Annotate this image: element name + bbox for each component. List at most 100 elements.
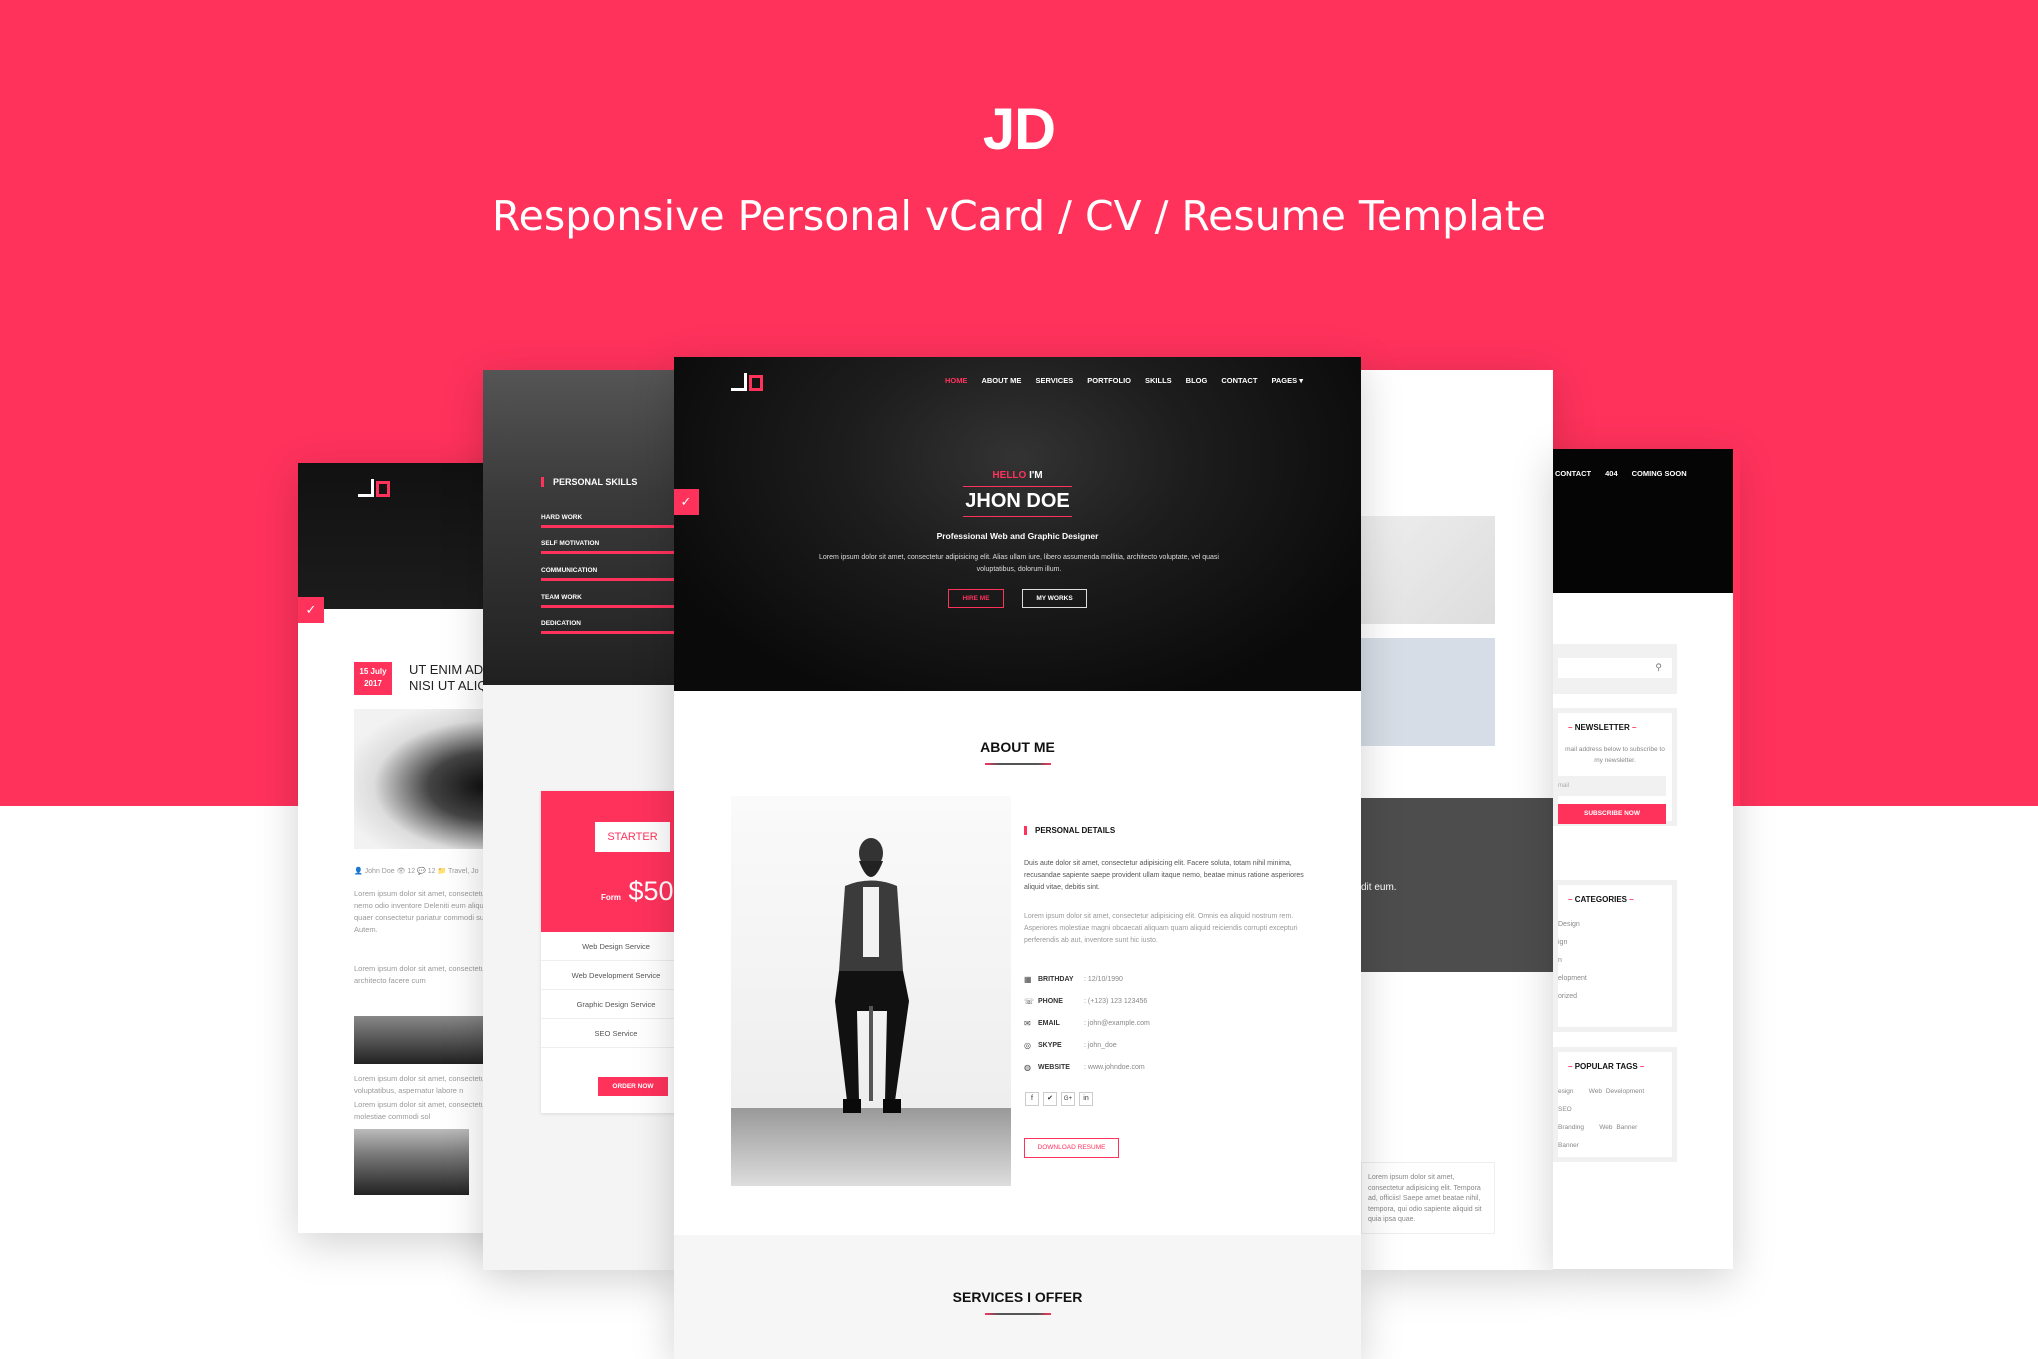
sidebar-header: CONTACT 404 COMING SOON: [1553, 449, 1733, 593]
feature-item: SEO Service: [541, 1019, 683, 1048]
customizer-toggle-icon[interactable]: ✓: [674, 489, 699, 515]
post-date-day: 15 July: [359, 667, 387, 676]
newsletter-email-input[interactable]: mail: [1558, 776, 1666, 796]
nav-portfolio[interactable]: PORTFOLIO: [1087, 376, 1131, 385]
google-plus-icon[interactable]: G+: [1061, 1092, 1075, 1106]
download-resume-button[interactable]: DOWNLOAD RESUME: [1024, 1138, 1119, 1158]
calendar-icon: ▦: [1024, 975, 1032, 984]
feature-item: Graphic Design Service: [541, 990, 683, 1019]
newsletter-widget: – NEWSLETTER – mail address below to sub…: [1553, 708, 1677, 826]
services-section: SERVICES I OFFER: [674, 1235, 1361, 1359]
tag[interactable]: Banner: [1558, 1142, 1579, 1149]
customizer-toggle-icon[interactable]: ✓: [298, 597, 324, 623]
search-icon[interactable]: ⚲: [1655, 662, 1662, 673]
brand-subtitle: Responsive Personal vCard / CV / Resume …: [491, 192, 1547, 240]
search-input[interactable]: ⚲: [1558, 658, 1672, 678]
skype-icon: ◎: [1024, 1041, 1031, 1050]
jd-logo[interactable]: [731, 373, 763, 391]
skill-communication: COMMUNICATION: [541, 567, 683, 581]
tag[interactable]: Web Development: [1589, 1088, 1644, 1095]
feature-list: Web Design Service Web Development Servi…: [541, 932, 683, 1048]
order-now-button[interactable]: ORDER NOW: [598, 1077, 668, 1096]
info-website: ◍ WEBSITE: www.johndoe.com: [1024, 1063, 1145, 1072]
hire-me-button[interactable]: HIRE ME: [948, 589, 1004, 608]
tags-widget: – POPULAR TAGS – esign Web Development S…: [1553, 1047, 1677, 1162]
feature-item: Web Development Service: [541, 961, 683, 990]
post-date-badge: 15 July 2017: [354, 662, 392, 695]
sidebar-preview-card: CONTACT 404 COMING SOON ⚲ – NEWSLETTER –…: [1553, 449, 1733, 1269]
skill-hard-work: HARD WORK: [541, 514, 683, 528]
jd-logo[interactable]: [358, 479, 390, 497]
nav-home[interactable]: HOME: [945, 376, 968, 385]
skill-self-motivation: SELF MOTIVATION: [541, 540, 683, 554]
hero-role: Professional Web and Graphic Designer: [936, 531, 1099, 541]
skills-pricing-card: PERSONAL SKILLS HARD WORK SELF MOTIVATIO…: [483, 370, 683, 1270]
hero-description: Lorem ipsum dolor sit amet, consectetur …: [819, 554, 1219, 573]
details-paragraph: Duis aute dolor sit amet, consectetur ad…: [1024, 860, 1304, 891]
subscribe-button[interactable]: SUBSCRIBE NOW: [1558, 804, 1666, 824]
bridge-image: [354, 1129, 469, 1195]
post-date-year: 2017: [364, 679, 382, 688]
skill-team-work: TEAM WORK: [541, 594, 683, 608]
tag[interactable]: Web Banner: [1599, 1124, 1637, 1131]
nav-contact[interactable]: CONTACT: [1555, 469, 1591, 478]
categories-widget: – CATEGORIES – Design ign n elopment ori…: [1553, 880, 1677, 1032]
landscape-image: [354, 1016, 484, 1064]
skill-bar: [541, 525, 683, 528]
info-phone: ☏ PHONE: (+123) 123 123456: [1024, 997, 1148, 1006]
profile-photo: [731, 796, 1011, 1186]
category-item[interactable]: ign: [1558, 934, 1672, 952]
skill-bar: [541, 551, 683, 554]
title-underline: [984, 763, 1051, 765]
services-title: SERVICES I OFFER: [952, 1289, 1083, 1305]
portfolio-preview-card: dit eum. Lorem ipsum dolor sit amet, con…: [1361, 370, 1553, 1270]
category-item[interactable]: elopment: [1558, 970, 1672, 988]
accent-strip: [1733, 449, 1740, 806]
info-email: ✉ EMAIL: john@example.com: [1024, 1019, 1150, 1028]
pricing-table: STARTER Form $50 Web Design Service Web …: [541, 791, 683, 1113]
tag[interactable]: SEO: [1558, 1106, 1572, 1113]
tags-title: – POPULAR TAGS –: [1568, 1062, 1645, 1071]
title-underline: [984, 1313, 1051, 1315]
nav-about-me[interactable]: ABOUT ME: [981, 376, 1021, 385]
newsletter-title: – NEWSLETTER –: [1568, 723, 1637, 732]
portfolio-item-stationery[interactable]: [1361, 516, 1495, 624]
plan-price: Form $50: [601, 876, 674, 906]
personal-details-title: PERSONAL DETAILS: [1024, 826, 1115, 835]
portfolio-item-business-cards[interactable]: [1361, 638, 1495, 746]
hero-name: JHON DOE: [963, 486, 1072, 517]
quote-box: Lorem ipsum dolor sit amet, consectetur …: [1361, 1162, 1495, 1234]
category-item[interactable]: orized: [1558, 988, 1672, 1006]
skill-dedication: DEDICATION: [541, 620, 683, 634]
category-item[interactable]: Design: [1558, 916, 1672, 934]
feature-item: Web Design Service: [541, 932, 683, 961]
facebook-icon[interactable]: f: [1025, 1092, 1039, 1106]
tag[interactable]: Branding: [1558, 1124, 1584, 1131]
skill-bar: [541, 631, 683, 634]
nav-blog[interactable]: BLOG: [1186, 376, 1208, 385]
nav-services[interactable]: SERVICES: [1035, 376, 1073, 385]
top-nav: CONTACT 404 COMING SOON: [1555, 469, 1687, 478]
linkedin-icon[interactable]: in: [1079, 1092, 1093, 1106]
skills-title: PERSONAL SKILLS: [541, 477, 637, 487]
main-nav: HOME ABOUT ME SERVICES PORTFOLIO SKILLS …: [945, 376, 1303, 385]
brand-title: JD: [982, 97, 1056, 162]
nav-404[interactable]: 404: [1605, 469, 1618, 478]
pricing-header: [541, 791, 683, 932]
showcase-stage: JD Responsive Personal vCard / CV / Resu…: [0, 0, 2038, 1359]
skill-bar: [541, 578, 683, 581]
main-homepage-preview: HOME ABOUT ME SERVICES PORTFOLIO SKILLS …: [674, 357, 1361, 1359]
nav-coming-soon[interactable]: COMING SOON: [1632, 469, 1687, 478]
twitter-icon[interactable]: ✔: [1043, 1092, 1057, 1106]
my-works-button[interactable]: MY WORKS: [1022, 589, 1087, 608]
envelope-icon: ✉: [1024, 1019, 1031, 1028]
nav-pages-dropdown[interactable]: PAGES ▾: [1271, 376, 1303, 385]
nav-contact[interactable]: CONTACT: [1221, 376, 1257, 385]
tag[interactable]: esign: [1558, 1088, 1574, 1095]
category-item[interactable]: n: [1558, 952, 1672, 970]
person-silhouette: [835, 838, 909, 1113]
category-list: Design ign n elopment orized: [1558, 912, 1672, 1006]
search-widget: ⚲: [1553, 644, 1677, 694]
skill-bar: [541, 605, 683, 608]
nav-skills[interactable]: SKILLS: [1145, 376, 1172, 385]
